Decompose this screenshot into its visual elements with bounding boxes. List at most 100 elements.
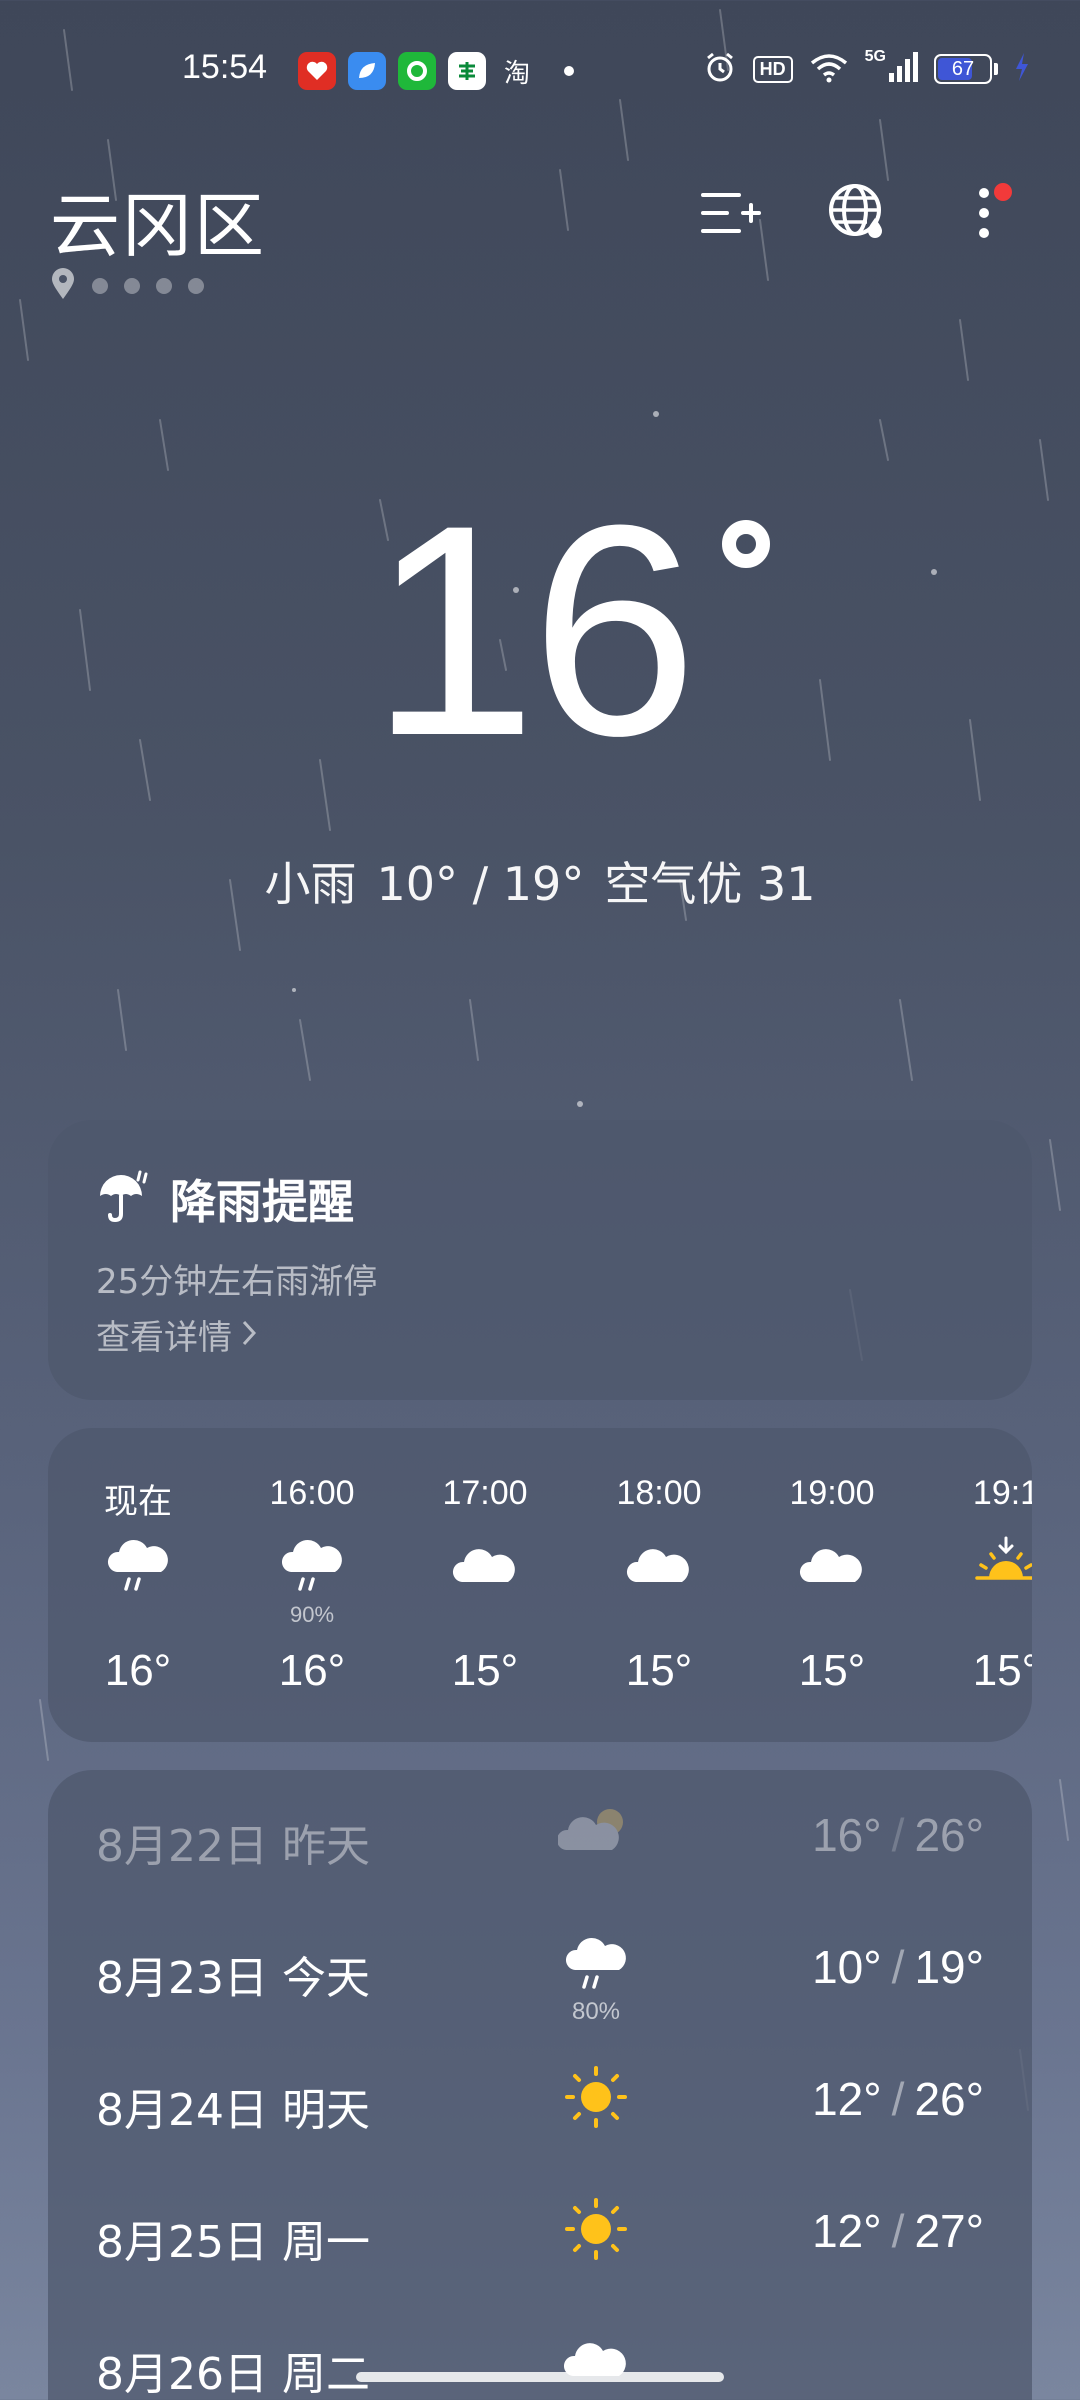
daily-temp-range: 10°/19° [812,1940,984,1994]
hourly-item[interactable]: 16:00 90% 16° [242,1428,382,1742]
daily-date: 8月24日 明天 [96,2085,370,2136]
daily-item[interactable]: 8月22日 昨天 16°/26° [48,1770,1032,1902]
wifi-icon [809,51,849,87]
rain-icon [277,1532,347,1602]
rain-alert-header: 降雨提醒 [96,1166,354,1232]
more-options-button[interactable] [944,175,1024,255]
gesture-navigation-bar[interactable] [356,2372,724,2382]
rain-alert-details-link[interactable]: 查看详情 [96,1310,257,1359]
daily-forecast-card[interactable]: 8月22日 昨天 16°/26° 8月23日 今天 80% 10°/19° 8月24日 明… [48,1770,1032,2400]
rain-alert-card[interactable]: 降雨提醒 25分钟左右雨渐停 查看详情 [48,1120,1032,1400]
page-dot[interactable] [188,278,204,294]
status-bar: 15:54 淘 HD 5G 67 [0,0,1080,140]
degree-symbol [722,520,770,568]
hourly-forecast-list[interactable]: 现在 16° 16:00 90% 16° 17:00 15° 18:00 15° 19:00 15°… [48,1428,1032,1742]
meituan-icon [348,52,386,90]
partly-cloudy-icon [556,1798,634,1868]
daily-low-temp: 12° [812,2073,882,2125]
battery-tip [994,63,998,75]
hourly-temp: 16° [278,1646,346,1695]
hourly-item[interactable]: 现在 16° [68,1428,208,1742]
battery-body: 67 [934,54,992,84]
hourly-time: 16:00 [269,1474,355,1512]
daily-low-temp: 12° [812,2205,882,2257]
current-summary[interactable]: 小雨 10° / 19° 空气优 31 [0,848,1080,914]
current-temp-wrap: 16 [0,470,1080,790]
daily-low-temp: 10° [812,1941,882,1993]
notification-badge [994,183,1012,201]
charging-icon [1014,52,1030,86]
page-dot[interactable] [92,278,108,294]
hourly-precip-prob: 90% [289,1602,335,1627]
more-vertical-icon [974,183,994,247]
system-icons: HD 5G 67 [703,48,1030,88]
network-type: 5G [864,48,886,65]
daily-item[interactable]: 8月25日 周一 12°/27° [48,2166,1032,2298]
daily-high-temp: 26° [914,2073,984,2125]
alarm-icon [703,50,737,88]
hourly-item[interactable]: 17:00 15° [415,1428,555,1742]
hourly-temp: 15° [451,1646,519,1695]
daily-temp-range: 12°/27° [812,2204,984,2258]
hourly-item[interactable]: 19:00 15° [762,1428,902,1742]
air-quality: 空气优 31 [604,857,816,911]
hourly-time: 17:00 [442,1474,528,1512]
china-post-icon [448,52,486,90]
daily-temp-range: 12°/26° [812,2072,984,2126]
temp-separator: / [891,1809,905,1861]
rain-icon [558,1930,634,2000]
rain-icon [103,1532,173,1602]
umbrella-icon [96,1170,150,1228]
global-weather-button[interactable] [818,175,898,255]
sun-icon [558,2194,634,2264]
battery-icon: 67 [934,54,998,84]
globe-rain-icon [827,182,889,248]
details-link-label: 查看详情 [96,1318,232,1358]
daily-high-temp: 19° [914,1941,984,1993]
cloud-icon [558,2326,634,2396]
daily-high-temp: 27° [914,2205,984,2257]
hourly-time: 现在 [104,1483,172,1521]
page-dot[interactable] [156,278,172,294]
location-pin-icon [50,268,76,304]
hourly-item[interactable]: 18:00 15° [589,1428,729,1742]
daily-date: 8月25日 周一 [96,2217,370,2268]
daily-item[interactable]: 8月24日 明天 12°/26° [48,2034,1032,2166]
daily-item[interactable]: 8月23日 今天 80% 10°/19° [48,1902,1032,2034]
sunset-icon [971,1532,1032,1602]
pinduoduo-icon [298,52,336,90]
hourly-temp: 15° [798,1646,866,1695]
cloud-icon [797,1532,867,1602]
hourly-time: 19:1 [972,1474,1032,1512]
hourly-item[interactable]: 19:1 15° [936,1428,1032,1742]
hourly-temp: 16° [104,1646,172,1695]
header: 云冈区 [0,160,1080,310]
hd-voice-icon: HD [752,55,793,83]
location-name: 云冈区 [50,185,266,267]
daily-date: 8月23日 今天 [96,1953,370,2004]
current-range: 10° / 19° [376,857,585,911]
daily-precip-prob: 80% [571,1998,621,2025]
taobao-icon: 淘 [503,58,530,89]
manage-cities-button[interactable] [690,175,770,255]
notification-icons: 淘 [298,52,574,90]
signal-icon [888,51,918,87]
hourly-time: 19:00 [789,1474,875,1512]
more-notifications-dot [564,66,574,76]
list-add-icon [699,187,761,243]
status-time: 15:54 [182,48,268,86]
cloud-icon [624,1532,694,1602]
daily-date: 8月22日 昨天 [96,1821,370,1872]
daily-high-temp: 26° [914,1809,984,1861]
alipay-icon [398,52,436,90]
daily-item[interactable]: 8月26日 周二 [48,2298,1032,2400]
rain-alert-description: 25分钟左右雨渐停 [96,1262,378,1302]
rain-alert-title: 降雨提醒 [170,1175,354,1229]
battery-level: 67 [951,57,975,80]
current-condition: 小雨 [264,857,357,911]
current-temperature: 16 [370,462,698,798]
hourly-temp: 15° [625,1646,693,1695]
chevron-right-icon [242,1315,257,1355]
page-dot[interactable] [124,278,140,294]
hourly-forecast-card[interactable]: 现在 16° 16:00 90% 16° 17:00 15° 18:00 15° 19:00 15°… [48,1428,1032,1742]
